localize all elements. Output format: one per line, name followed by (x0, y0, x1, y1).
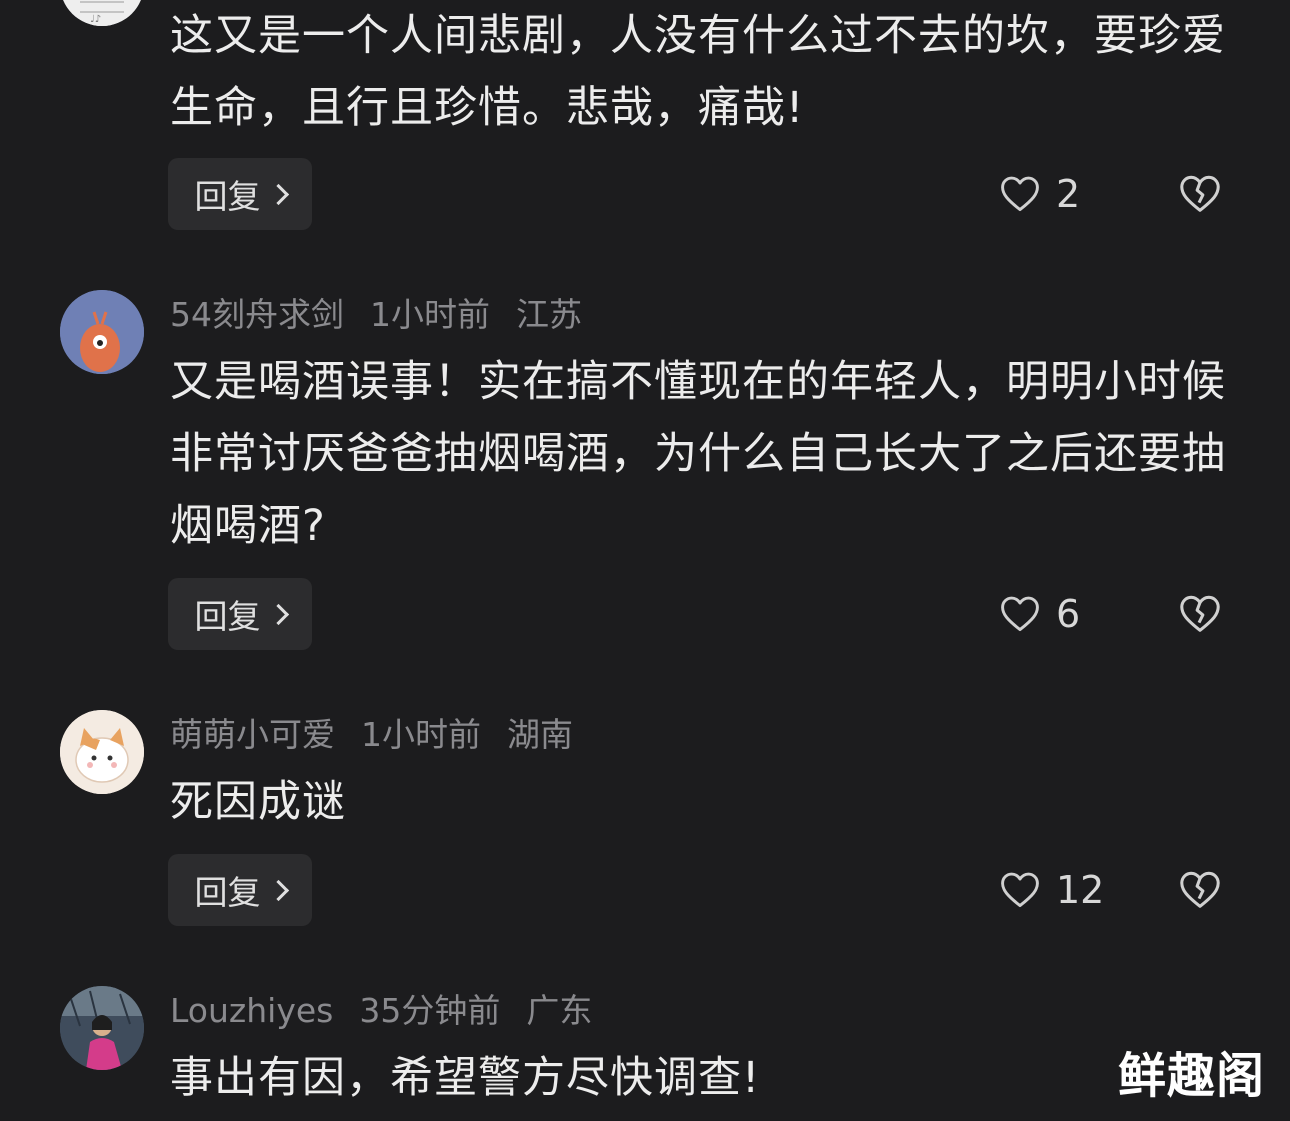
heart-outline-icon (1001, 176, 1039, 212)
broken-heart-icon (1180, 175, 1220, 212)
like-count: 6 (1056, 592, 1081, 636)
comment-text: 这又是一个人间悲剧，人没有什么过不去的坎，要珍爱生命，且行且珍惜。悲哉，痛哉! (170, 11, 1226, 133)
broken-heart-icon (1180, 871, 1220, 908)
reply-button[interactable]: 回复 (168, 158, 312, 230)
heart-outline-icon (1001, 872, 1039, 908)
comment-location: 江苏 (516, 295, 582, 334)
chevron-right-icon (267, 879, 289, 901)
dislike-button[interactable] (1177, 158, 1223, 230)
comment-text: 又是喝酒误事！实在搞不懂现在的年轻人，明明小时候非常讨厌爸爸抽烟喝酒，为什么自己… (170, 357, 1226, 551)
username[interactable]: 萌萌小可爱 (170, 715, 335, 754)
comment-meta: 萌萌小可爱 1小时前 湖南 (170, 715, 599, 755)
comment-time: 1小时前 (361, 715, 481, 754)
username[interactable]: 54刻舟求剑 (170, 295, 344, 334)
reply-label: 回复 (194, 873, 261, 912)
avatar[interactable] (60, 986, 144, 1070)
like-button[interactable]: 12 (998, 854, 1104, 926)
svg-text:♩♪: ♩♪ (90, 14, 101, 25)
broken-heart-icon (1180, 595, 1220, 632)
comment-meta: Louzhiyes 35分钟前 广东 (170, 991, 618, 1031)
chevron-right-icon (267, 183, 289, 205)
comment-text: 死因成谜 (170, 777, 346, 827)
comment-location: 广东 (526, 991, 593, 1030)
dislike-button[interactable] (1177, 854, 1223, 926)
watermark: 鲜趣阁 (1118, 1048, 1266, 1104)
reply-label: 回复 (194, 597, 261, 636)
reply-label: 回复 (194, 177, 261, 216)
chevron-right-icon (267, 603, 289, 625)
avatar[interactable] (60, 710, 144, 794)
username[interactable]: Louzhiyes (170, 991, 333, 1030)
avatar[interactable]: ♩♪ (60, 0, 144, 26)
comment-text: 事出有因，希望警方尽快调查! (170, 1053, 761, 1103)
dislike-button[interactable] (1177, 578, 1223, 650)
heart-outline-icon (1001, 596, 1039, 632)
comment-time: 1小时前 (370, 295, 490, 334)
reply-button[interactable]: 回复 (168, 854, 312, 926)
like-count: 12 (1056, 868, 1105, 912)
like-count: 2 (1056, 172, 1081, 216)
reply-button[interactable]: 回复 (168, 578, 312, 650)
like-button[interactable]: 6 (998, 578, 1080, 650)
avatar[interactable] (60, 290, 144, 374)
comment-location: 湖南 (507, 715, 573, 754)
like-button[interactable]: 2 (998, 158, 1080, 230)
comment-time: 35分钟前 (359, 991, 501, 1030)
comment-meta: 54刻舟求剑 1小时前 江苏 (170, 295, 608, 335)
